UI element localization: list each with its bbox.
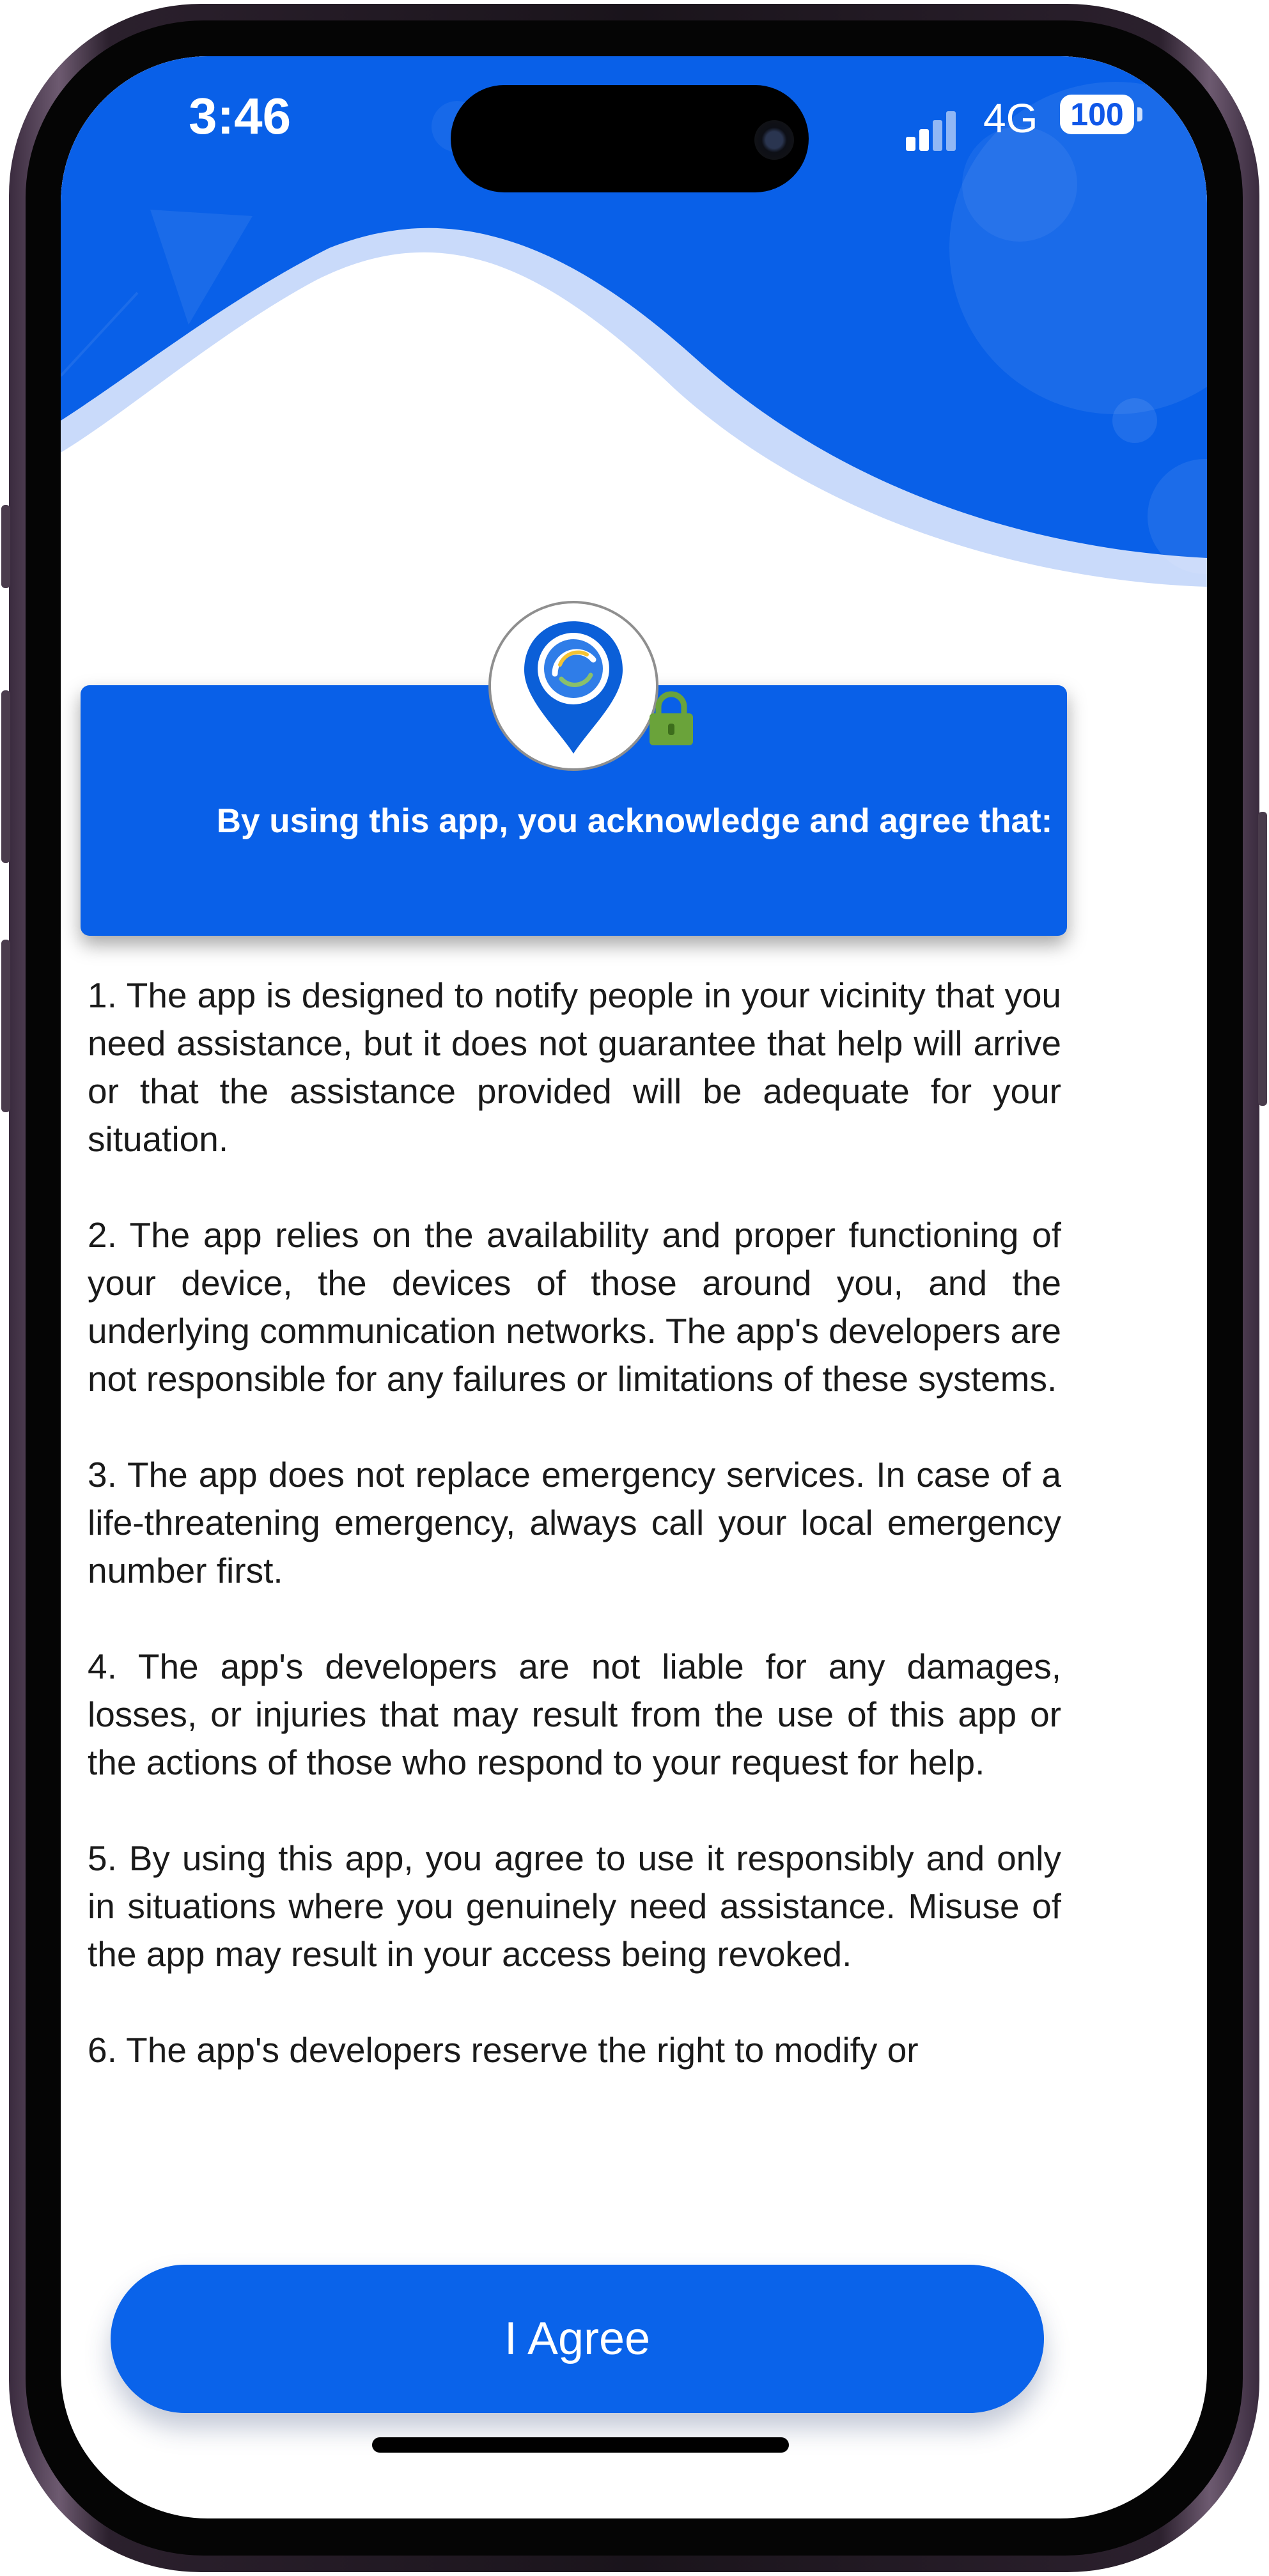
status-time: 3:46: [189, 88, 292, 144]
term-item-2: 2. The app relies on the availability an…: [88, 1215, 1061, 1399]
home-indicator: [372, 2437, 789, 2453]
power-button: [1258, 812, 1267, 1106]
agree-button[interactable]: I Agree: [111, 2265, 1044, 2413]
term-item-4: 4. The app's developers are not liable f…: [88, 1647, 1061, 1782]
term-item-3: 3. The app does not replace emergency se…: [88, 1455, 1061, 1590]
volume-down-button: [1, 940, 10, 1112]
terms-list[interactable]: 1. The app is designed to notify people …: [88, 972, 1061, 2212]
app-logo: [488, 601, 658, 771]
term-item-5: 5. By using this app, you agree to use i…: [88, 1838, 1061, 1974]
lock-icon: [650, 691, 693, 745]
silent-switch: [1, 505, 10, 588]
disclaimer-heading: By using this app, you acknowledge and a…: [216, 802, 1053, 840]
battery-icon: 100: [1060, 95, 1134, 134]
location-pin-icon: [524, 621, 623, 754]
cellular-signal-icon: [906, 106, 957, 151]
camera-icon: [754, 120, 794, 160]
term-item-6: 6. The app's developers reserve the righ…: [88, 2030, 919, 2070]
term-item-1: 1. The app is designed to notify people …: [88, 975, 1061, 1159]
battery-tip: [1137, 107, 1142, 121]
network-type: 4G: [983, 95, 1038, 141]
